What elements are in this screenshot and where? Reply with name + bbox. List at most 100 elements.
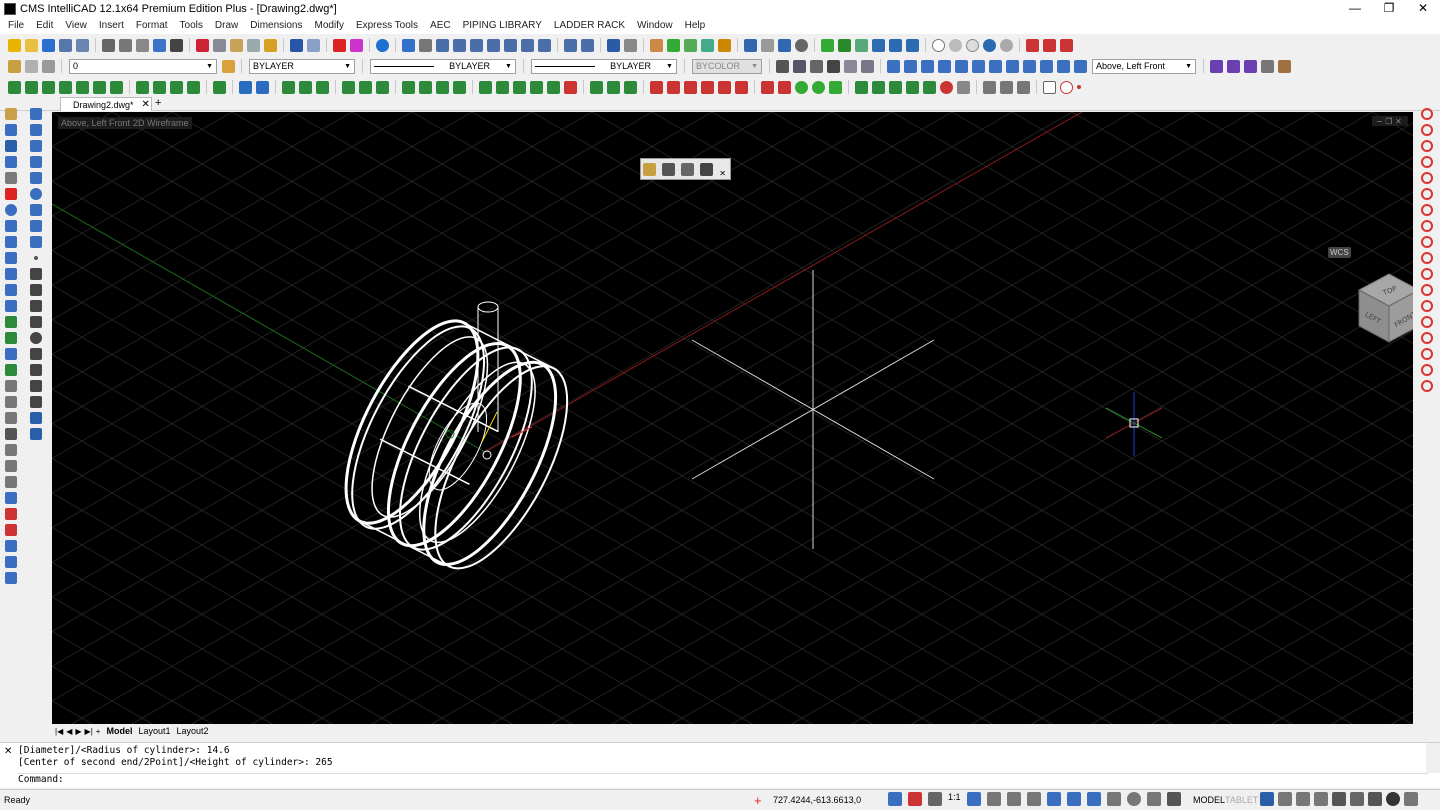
new-icon[interactable]	[8, 38, 21, 52]
sweep-icon[interactable]	[170, 80, 183, 94]
snap-apparent-icon[interactable]	[1421, 268, 1433, 280]
erase-icon[interactable]	[350, 38, 363, 52]
chamfer-icon[interactable]	[5, 316, 17, 328]
view-cube-icon[interactable]	[1074, 59, 1087, 73]
hidden-icon[interactable]	[949, 38, 962, 52]
menu-aec[interactable]: AEC	[430, 20, 451, 31]
menu-ladder-rack[interactable]: LADDER RACK	[554, 20, 625, 31]
paste-icon[interactable]	[230, 38, 243, 52]
explode-icon[interactable]	[5, 348, 17, 360]
undo-icon[interactable]	[290, 38, 303, 52]
clean-screen-icon[interactable]	[1404, 792, 1418, 806]
plot-icon[interactable]	[1043, 80, 1056, 94]
stretch-icon[interactable]	[5, 236, 17, 248]
menu-draw[interactable]: Draw	[215, 20, 238, 31]
snap-intersection-icon[interactable]	[1421, 140, 1433, 152]
selection-cycling-icon[interactable]	[1146, 792, 1161, 806]
nw-iso-icon[interactable]	[1040, 59, 1053, 73]
presspull-icon[interactable]	[213, 80, 226, 94]
table-style-icon[interactable]	[1244, 59, 1257, 73]
regen-icon[interactable]	[402, 38, 415, 52]
layer-icon[interactable]	[650, 38, 663, 52]
cut-icon[interactable]	[196, 38, 209, 52]
union-icon[interactable]	[282, 80, 295, 94]
esnap-toggle-icon[interactable]	[1006, 792, 1021, 806]
mesh-cone-icon[interactable]	[402, 80, 415, 94]
walk-icon[interactable]	[889, 38, 902, 52]
etrack-toggle-icon[interactable]	[1026, 792, 1041, 806]
cylinder-icon[interactable]	[76, 80, 89, 94]
info-icon[interactable]	[1386, 792, 1400, 806]
snap-toggle-icon[interactable]	[888, 792, 902, 806]
loft-icon[interactable]	[187, 80, 200, 94]
zoom-scale-icon[interactable]	[581, 38, 594, 52]
menu-view[interactable]: View	[65, 20, 87, 31]
plan-view-icon[interactable]	[1057, 59, 1070, 73]
mirror-icon[interactable]	[5, 140, 17, 152]
save-icon[interactable]	[42, 38, 55, 52]
gear-icon[interactable]	[1260, 792, 1274, 806]
snap-none-icon[interactable]	[1421, 380, 1433, 392]
coordinates-display[interactable]: 727.4244,-613.6613,0	[773, 795, 861, 805]
generate-section-icon[interactable]	[1017, 80, 1030, 94]
solid-view-icon[interactable]	[872, 80, 885, 94]
snap-node-icon[interactable]	[1421, 236, 1433, 248]
match-properties-icon[interactable]	[264, 38, 277, 52]
ne-iso-icon[interactable]	[1023, 59, 1036, 73]
face-extrude-icon[interactable]	[684, 80, 697, 94]
menu-tools[interactable]: Tools	[180, 20, 203, 31]
mtext-icon[interactable]	[30, 412, 42, 424]
elbow-icon[interactable]	[700, 163, 714, 176]
mesh-box-icon[interactable]	[342, 80, 355, 94]
snap-quadrant-icon[interactable]	[1421, 172, 1433, 184]
reverse-icon[interactable]	[5, 492, 17, 504]
spline-icon[interactable]	[30, 172, 42, 184]
material-icon[interactable]	[1278, 59, 1291, 73]
zoom-all-icon[interactable]	[564, 38, 577, 52]
grip-icon[interactable]	[643, 163, 656, 176]
view-label[interactable]: Above, Left Front	[58, 117, 134, 129]
new-tab-button[interactable]: +	[155, 97, 161, 109]
close-button[interactable]: ✕	[1406, 0, 1440, 17]
person-icon[interactable]	[1332, 792, 1346, 806]
menu-help[interactable]: Help	[685, 20, 706, 31]
tablet-toggle[interactable]: TABLET	[1225, 795, 1258, 805]
menu-modify[interactable]: Modify	[315, 20, 344, 31]
polygon-icon[interactable]	[30, 220, 42, 232]
circle-icon[interactable]	[30, 188, 42, 200]
command-input[interactable]: Command:	[18, 773, 1428, 785]
viewcube[interactable]: TOP LEFT FRONT	[1357, 270, 1413, 353]
layer-dropdown[interactable]: 0 ▼	[69, 58, 217, 74]
zoom-in-icon[interactable]	[504, 38, 517, 52]
copy-object-icon[interactable]	[5, 124, 17, 136]
ortho-toggle-icon[interactable]	[966, 792, 981, 806]
torus-icon[interactable]	[93, 80, 106, 94]
copy-icon[interactable]	[213, 38, 226, 52]
first-tab-icon[interactable]: |◀	[55, 727, 63, 736]
face-color-icon[interactable]	[667, 80, 680, 94]
snap-nearest-icon[interactable]	[1421, 252, 1433, 264]
dynamic-input-icon[interactable]	[1106, 792, 1121, 806]
zoom-previous-icon[interactable]	[487, 38, 500, 52]
spell-check-icon[interactable]	[153, 38, 166, 52]
document-tab[interactable]: Drawing2.dwg* ✕	[60, 97, 152, 111]
zoom-dynamic-icon[interactable]	[470, 38, 483, 52]
helix-icon[interactable]	[30, 364, 42, 376]
point-icon[interactable]	[1077, 85, 1081, 89]
annotation-icon[interactable]	[928, 792, 942, 806]
zoom-realtime-icon[interactable]	[436, 38, 449, 52]
window-icon[interactable]	[1350, 792, 1364, 806]
print-icon[interactable]	[102, 38, 115, 52]
tab-layout2[interactable]: Layout2	[176, 726, 208, 736]
viewport-icon[interactable]	[861, 59, 874, 73]
mesh-pyramid-icon[interactable]	[453, 80, 466, 94]
snap-midpoint-icon[interactable]	[1421, 124, 1433, 136]
next-tab-icon[interactable]: ▶	[75, 727, 81, 736]
lock-icon[interactable]	[1296, 792, 1310, 806]
material-sphere-icon[interactable]	[812, 80, 825, 94]
dim-style-icon[interactable]	[1227, 59, 1240, 73]
intersect-icon[interactable]	[316, 80, 329, 94]
region-icon[interactable]	[30, 300, 42, 312]
menu-window[interactable]: Window	[637, 20, 673, 31]
layer-previous-icon[interactable]	[25, 59, 38, 73]
